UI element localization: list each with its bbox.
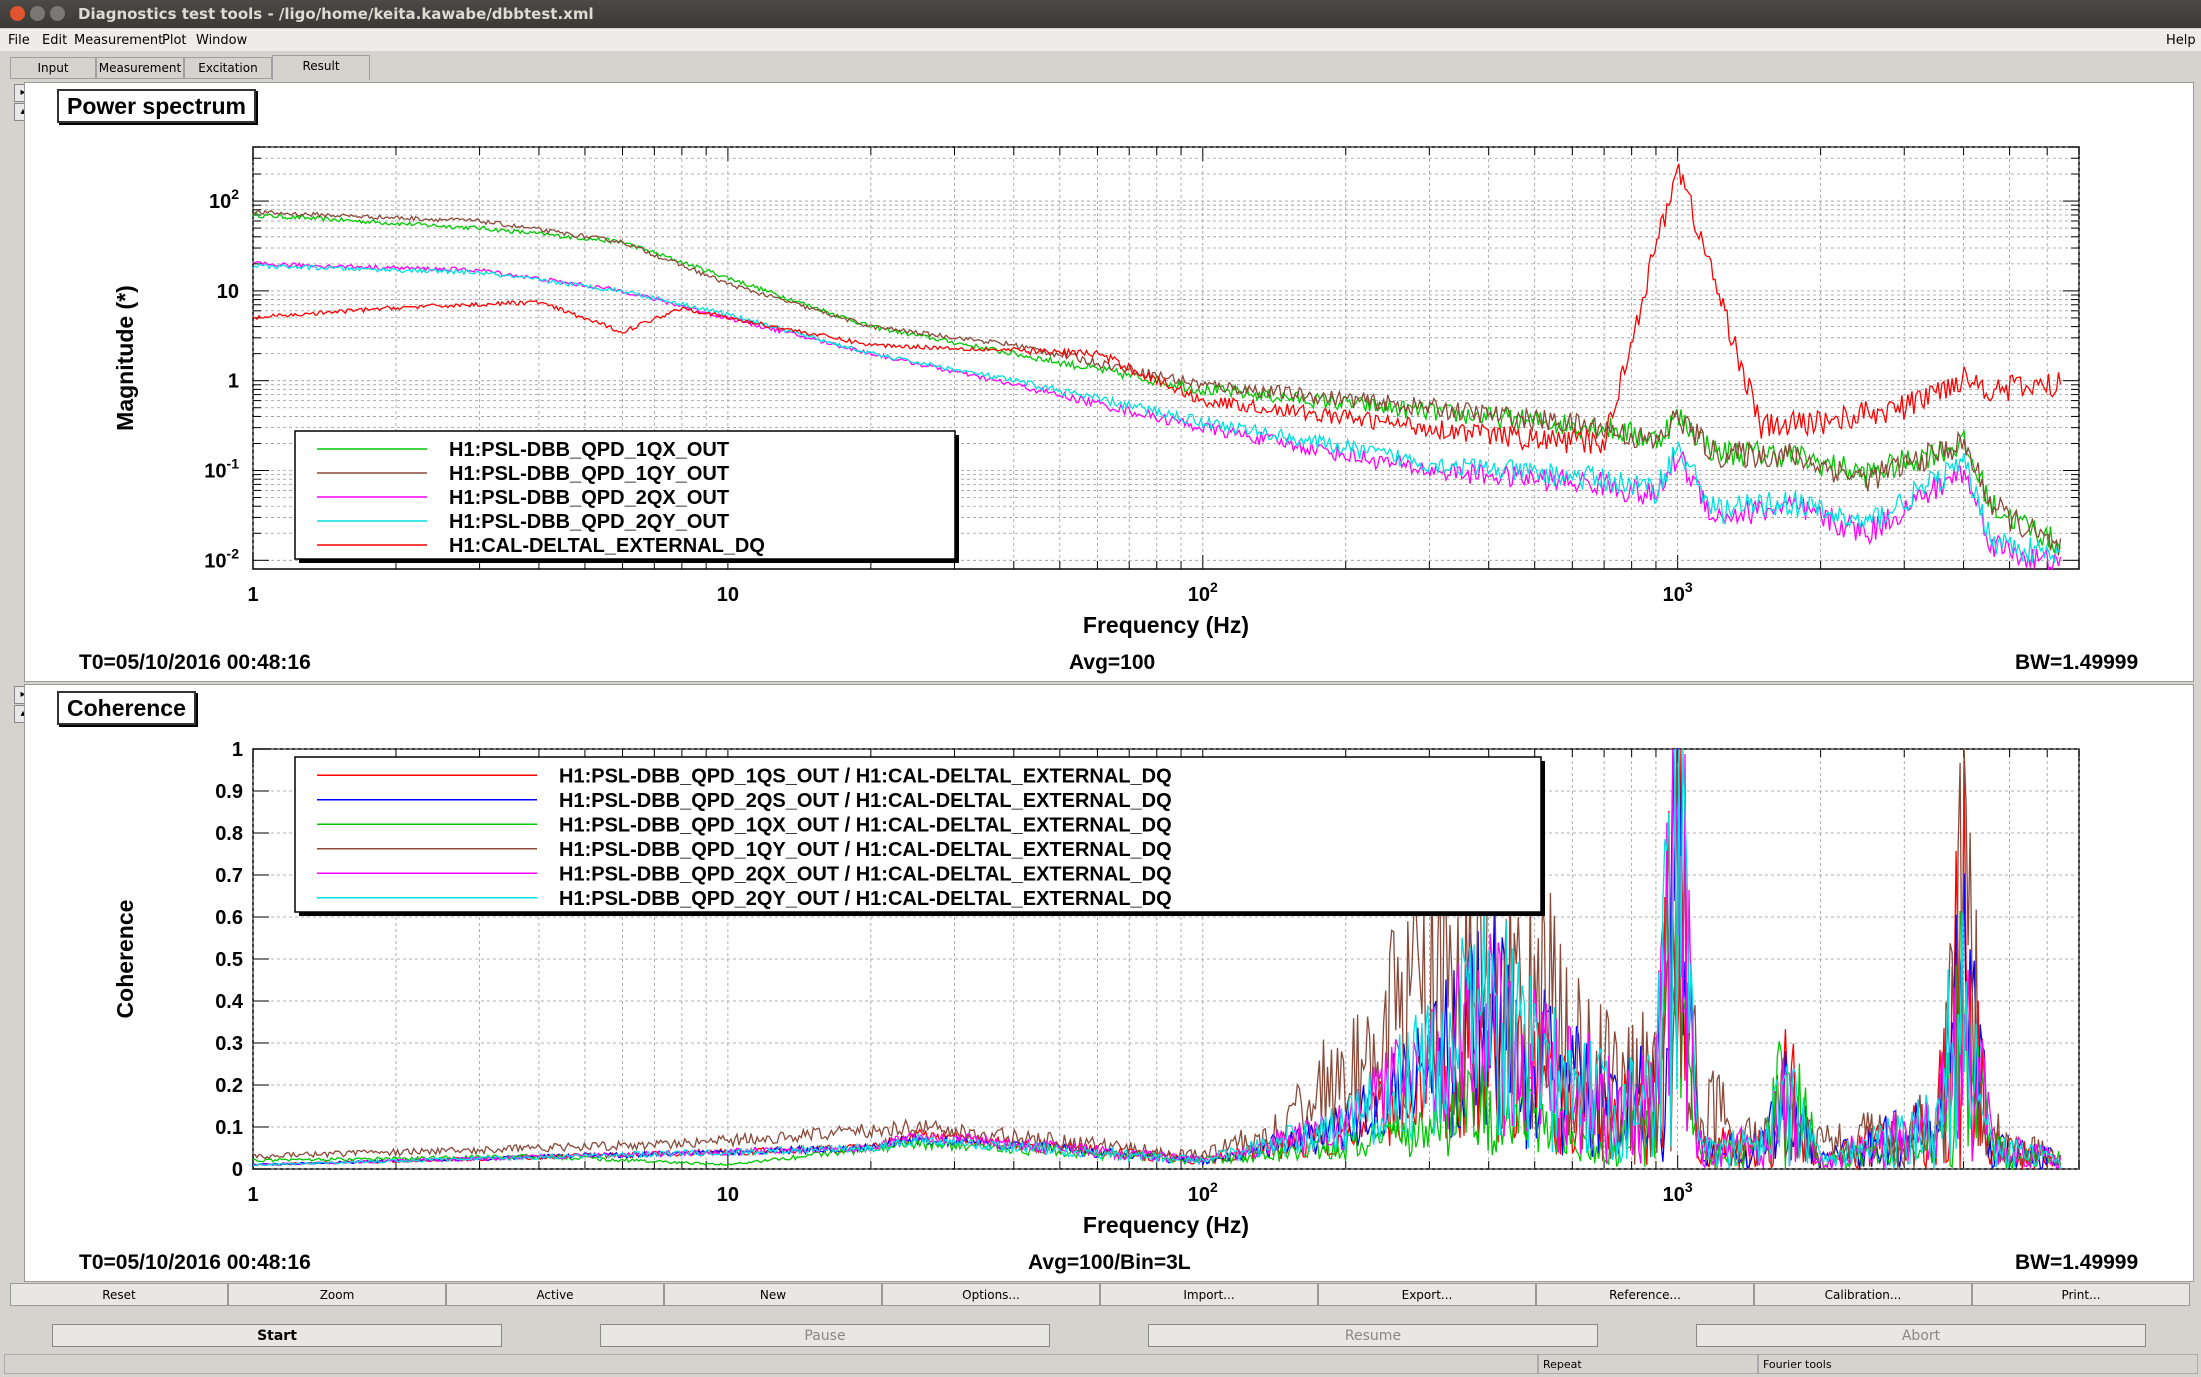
y-tick-label: 10-1 xyxy=(204,455,239,482)
abort-button[interactable]: Abort xyxy=(1696,1324,2146,1347)
window-title: Diagnostics test tools - /ligo/home/keit… xyxy=(78,5,594,23)
pause-button[interactable]: Pause xyxy=(600,1324,1050,1347)
x-tick-label: 103 xyxy=(1663,1179,1693,1206)
reference-button[interactable]: Reference... xyxy=(1536,1283,1754,1306)
legend-label: H1:PSL-DBB_QPD_2QX_OUT / H1:CAL-DELTAL_E… xyxy=(559,863,1172,885)
y-tick-label: 0.7 xyxy=(215,865,243,887)
legend-label: H1:PSL-DBB_QPD_1QY_OUT / H1:CAL-DELTAL_E… xyxy=(559,839,1172,861)
coherence-chart[interactable]: 0 0.1 0.2 0.3 0.4 0.5 0.6 0.7 0.8 0.9 1 1 10 102 103 Fr… xyxy=(25,685,2193,1281)
tab-measurement[interactable]: Measurement xyxy=(96,57,184,79)
coherence-t0: T0=05/10/2016 00:48:16 xyxy=(79,1251,311,1274)
y-axis-label: Coherence xyxy=(112,900,138,1019)
y-tick-label: 0.3 xyxy=(215,1033,243,1055)
legend-label: H1:PSL-DBB_QPD_1QS_OUT / H1:CAL-DELTAL_E… xyxy=(559,765,1172,787)
y-tick-label: 0.9 xyxy=(215,781,243,803)
window-titlebar: Diagnostics test tools - /ligo/home/keit… xyxy=(0,0,2201,28)
tab-input[interactable]: Input xyxy=(10,57,96,79)
status-message xyxy=(4,1354,1538,1374)
zoom-button[interactable]: Zoom xyxy=(228,1283,446,1306)
y-axis-label: Magnitude (*) xyxy=(112,285,138,431)
start-button[interactable]: Start xyxy=(52,1324,502,1347)
y-tick-label: 1 xyxy=(232,739,243,761)
menu-help[interactable]: Help xyxy=(2166,33,2196,48)
status-fourier-tools: Fourier tools xyxy=(1758,1354,2198,1374)
legend-label: H1:PSL-DBB_QPD_2QS_OUT / H1:CAL-DELTAL_E… xyxy=(559,790,1172,812)
tab-bar: Input Measurement Excitation Result xyxy=(0,55,2201,80)
legend-label: H1:PSL-DBB_QPD_1QX_OUT / H1:CAL-DELTAL_E… xyxy=(559,814,1172,836)
y-tick-label: 10-2 xyxy=(204,545,239,572)
y-tick-label: 0 xyxy=(232,1159,243,1181)
x-tick-label: 1 xyxy=(247,584,258,606)
close-icon[interactable] xyxy=(10,6,25,21)
x-tick-label: 10 xyxy=(717,584,739,606)
menu-bar: File Edit Measurement Plot Window Help xyxy=(0,29,2201,51)
power-spectrum-panel: Power spectrum 10-2 10-1 1 10 102 1 10 102 103 Fr… xyxy=(24,82,2194,682)
y-tick-label: 0.4 xyxy=(215,991,244,1013)
menu-file[interactable]: File xyxy=(8,33,30,48)
menu-measurement[interactable]: Measurement xyxy=(74,33,163,48)
options-button[interactable]: Options... xyxy=(882,1283,1100,1306)
menu-window[interactable]: Window xyxy=(196,33,247,48)
power-spectrum-chart[interactable]: 10-2 10-1 1 10 102 1 10 102 103 Frequency (Hz) Mag… xyxy=(25,83,2193,681)
print-button[interactable]: Print... xyxy=(1972,1283,2190,1306)
tab-result[interactable]: Result xyxy=(272,55,370,80)
y-tick-label: 0.5 xyxy=(215,949,243,971)
new-button[interactable]: New xyxy=(664,1283,882,1306)
legend-label: H1:PSL-DBB_QPD_1QY_OUT xyxy=(449,463,729,485)
calibration-button[interactable]: Calibration... xyxy=(1754,1283,1972,1306)
minimize-icon[interactable] xyxy=(30,6,45,21)
x-axis-label: Frequency (Hz) xyxy=(1083,612,1249,638)
menu-plot[interactable]: Plot xyxy=(162,33,187,48)
power-avg: Avg=100 xyxy=(1069,651,1156,674)
x-tick-label: 10 xyxy=(717,1184,739,1206)
y-tick-label: 102 xyxy=(209,186,239,213)
plot-toolbar: Reset Zoom Active New Options... Import.… xyxy=(10,1283,2194,1308)
x-tick-label: 1 xyxy=(247,1184,258,1206)
menu-edit[interactable]: Edit xyxy=(42,33,67,48)
x-tick-label: 103 xyxy=(1663,579,1693,606)
export-button[interactable]: Export... xyxy=(1318,1283,1536,1306)
coherence-panel: Coherence 0 0.1 0.2 0.3 0.4 0.5 0.6 0.7 0.8 0.9 1 1… xyxy=(24,684,2194,1282)
y-tick-label: 1 xyxy=(228,371,239,393)
maximize-icon[interactable] xyxy=(50,6,65,21)
active-button[interactable]: Active xyxy=(446,1283,664,1306)
y-tick-label: 0.2 xyxy=(215,1075,243,1097)
legend-label: H1:PSL-DBB_QPD_2QY_OUT xyxy=(449,511,729,533)
x-tick-label: 102 xyxy=(1188,579,1218,606)
legend-label: H1:PSL-DBB_QPD_2QY_OUT / H1:CAL-DELTAL_E… xyxy=(559,888,1172,910)
legend-label: H1:PSL-DBB_QPD_2QX_OUT xyxy=(449,487,729,509)
reset-button[interactable]: Reset xyxy=(10,1283,228,1306)
x-tick-label: 102 xyxy=(1188,1179,1218,1206)
power-t0: T0=05/10/2016 00:48:16 xyxy=(79,651,311,674)
resume-button[interactable]: Resume xyxy=(1148,1324,1598,1347)
y-tick-label: 0.1 xyxy=(215,1117,243,1139)
y-tick-label: 0.6 xyxy=(215,907,243,929)
coherence-bw: BW=1.49999 xyxy=(2015,1251,2139,1274)
x-axis-label: Frequency (Hz) xyxy=(1083,1212,1249,1238)
coherence-avg: Avg=100/Bin=3L xyxy=(1028,1251,1191,1274)
legend-label: H1:PSL-DBB_QPD_1QX_OUT xyxy=(449,439,729,461)
status-repeat: Repeat xyxy=(1538,1354,1758,1374)
import-button[interactable]: Import... xyxy=(1100,1283,1318,1306)
legend-label: H1:CAL-DELTAL_EXTERNAL_DQ xyxy=(449,535,765,557)
tab-excitation[interactable]: Excitation xyxy=(184,57,272,79)
y-tick-label: 0.8 xyxy=(215,823,243,845)
y-tick-label: 10 xyxy=(217,281,239,303)
power-bw: BW=1.49999 xyxy=(2015,651,2139,674)
